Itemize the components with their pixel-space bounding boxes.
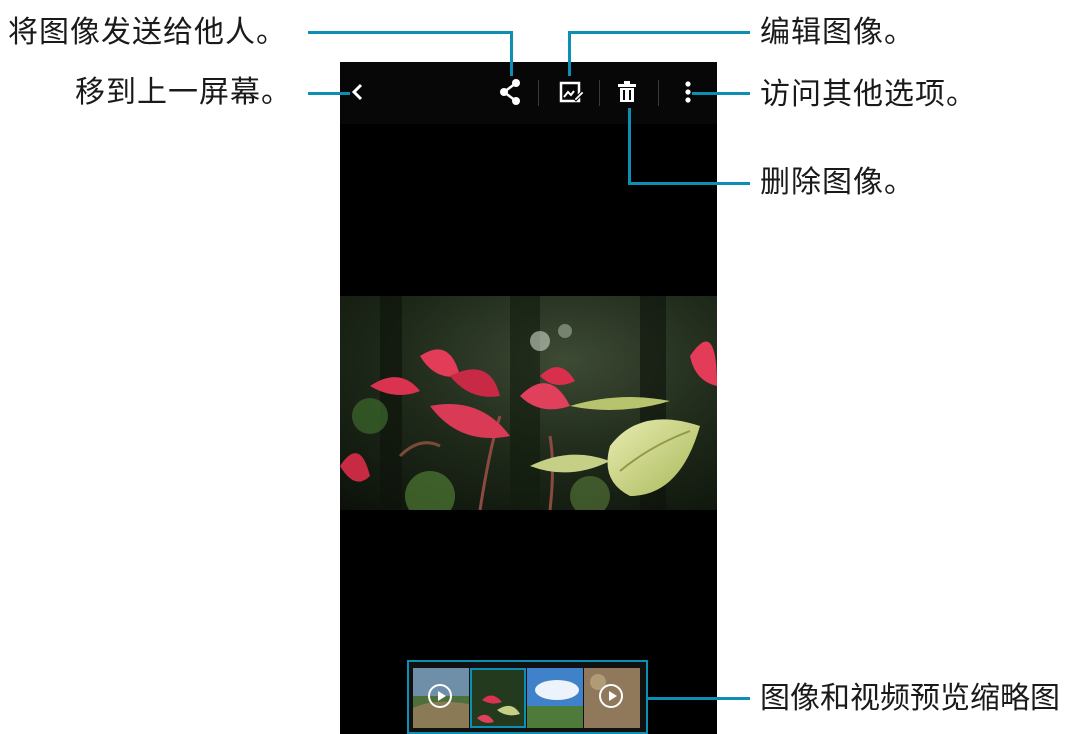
thumbnail-video[interactable] [584,668,640,728]
toolbar-divider [658,80,659,106]
annotation-delete: 删除图像。 [760,165,915,200]
callout-line-edit [568,31,750,34]
thumbnail-strip [407,660,648,734]
back-icon [351,83,363,101]
thumbnail-image[interactable] [470,668,526,728]
delete-button[interactable] [609,74,645,110]
main-image[interactable] [340,296,717,510]
thumbnail-video[interactable] [413,668,469,728]
toolbar-divider [599,80,600,106]
callout-line-delete [628,108,631,184]
annotation-share: 将图像发送给他人。 [8,15,287,50]
annotation-thumbnails: 图像和视频预览缩略图 [760,681,1060,716]
top-toolbar [340,62,717,124]
gallery-screen [340,62,717,734]
callout-line-back [308,92,350,95]
delete-icon [618,81,636,102]
thumbnail-image[interactable] [527,668,583,728]
callout-line-more [692,92,750,95]
edit-button[interactable] [553,74,589,110]
callout-line-edit [568,31,571,76]
play-icon [599,684,623,708]
callout-line-share [510,31,513,76]
share-button[interactable] [492,74,528,110]
toolbar-divider [538,80,539,106]
callout-line-share [308,31,512,34]
play-icon [428,684,452,708]
plant-photo [340,296,717,510]
annotation-more: 访问其他选项。 [760,77,977,112]
annotation-back: 移到上一屏幕。 [75,75,292,110]
annotation-edit: 编辑图像。 [760,15,915,50]
callout-line-delete [628,182,750,185]
share-icon [500,79,520,105]
callout-line-thumbnails [648,697,750,700]
edit-icon [559,81,585,103]
